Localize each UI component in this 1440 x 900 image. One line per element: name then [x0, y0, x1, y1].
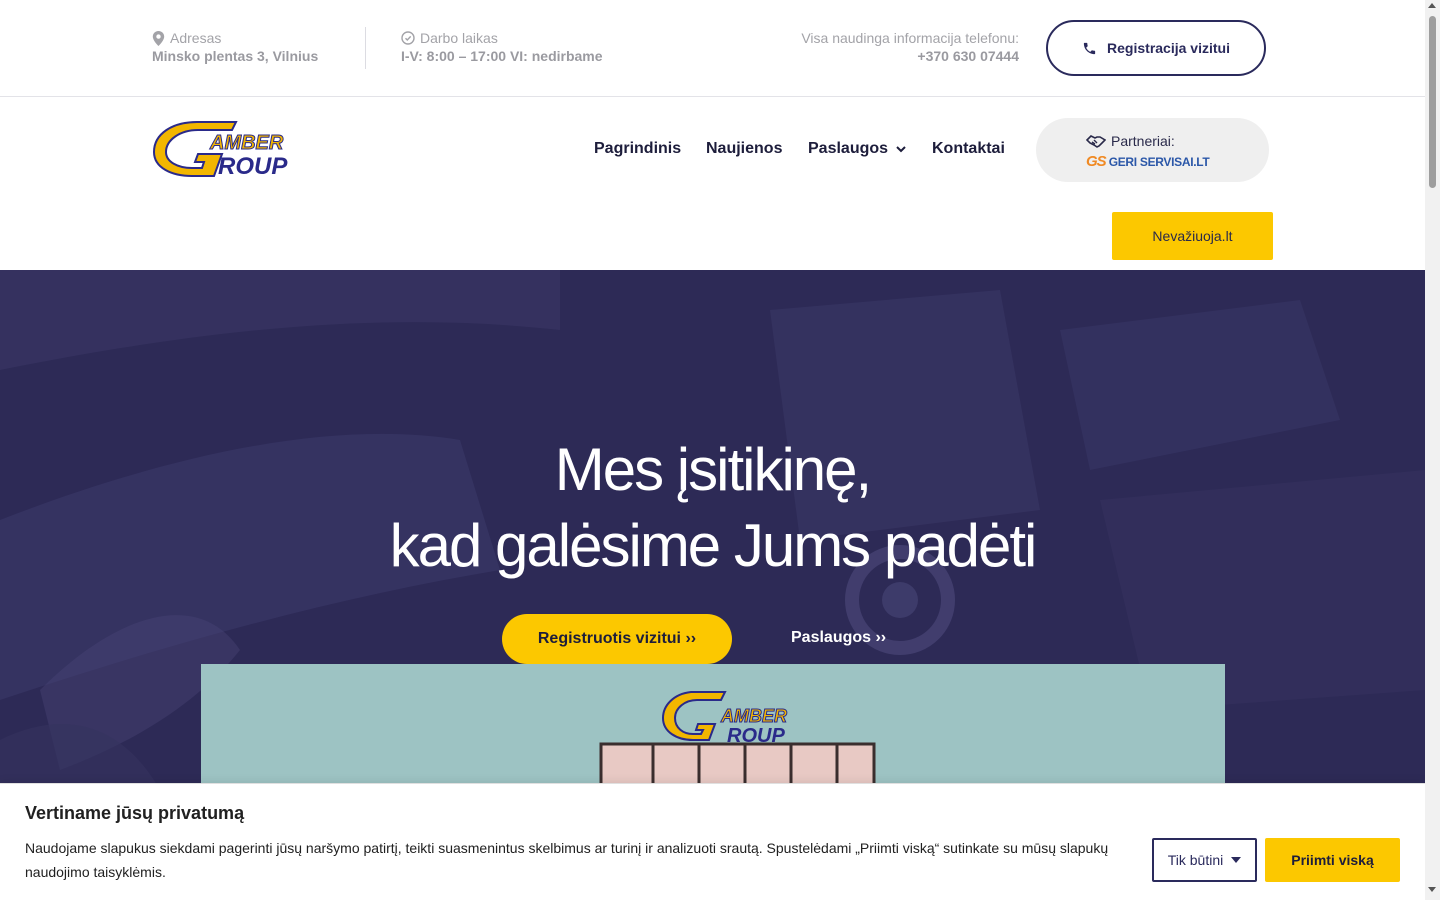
- phone-label: Visa naudinga informacija telefonu:: [801, 30, 1019, 46]
- necessary-only-button[interactable]: Tik būtini: [1152, 838, 1257, 882]
- register-visit-label: Registracija vizitui: [1107, 40, 1230, 56]
- top-info-bar: Adresas Minsko plentas 3, Vilnius Darbo …: [0, 0, 1425, 97]
- clock-icon: [401, 31, 415, 45]
- logo-text-top: AMBER: [209, 132, 284, 154]
- address-info: Adresas Minsko plentas 3, Vilnius: [152, 29, 318, 65]
- cookie-title: Vertiname jūsų privatumą: [25, 803, 245, 823]
- nav-item-kontaktai[interactable]: Kontaktai: [932, 140, 1005, 158]
- hero-title-line2: kad galėsime Jums padėti: [389, 512, 1038, 579]
- location-pin-icon: [152, 30, 165, 46]
- logo-text-bottom: ROUP: [218, 153, 288, 180]
- chevron-down-icon: [896, 145, 906, 152]
- geri-servisai-text: GERI SERVISAI.LT: [1108, 154, 1210, 169]
- amber-group-logo-icon: AMBER ROUP: [152, 121, 288, 180]
- hours-info: Darbo laikas I-V: 8:00 – 17:00 VI: nedir…: [401, 29, 603, 65]
- address-value: Minsko plentas 3, Vilnius: [152, 48, 319, 64]
- partners-box[interactable]: Partneriai: GS GERI SERVISAI.LT: [1036, 118, 1269, 182]
- phone-icon: [1083, 42, 1096, 54]
- nav-item-paslaugos-label: Paslaugos: [808, 140, 889, 157]
- nav-item-naujienos[interactable]: Naujienos: [706, 140, 782, 158]
- nav-item-paslaugos[interactable]: Paslaugos: [808, 140, 906, 158]
- services-link[interactable]: Paslaugos ››: [791, 629, 886, 647]
- scroll-up-arrow-icon[interactable]: [1428, 3, 1436, 8]
- partners-label: Partneriai:: [1111, 133, 1175, 149]
- geri-servisai-mark: GS: [1086, 153, 1107, 170]
- geri-servisai-logo[interactable]: GS GERI SERVISAI.LT: [1086, 153, 1210, 170]
- phone-value[interactable]: +370 630 07444: [801, 47, 1019, 65]
- partners-label-row: Partneriai:: [1086, 133, 1175, 149]
- caret-down-icon: [1231, 857, 1242, 863]
- register-visit-hero-button[interactable]: Registruotis vizitui ››: [502, 614, 732, 664]
- hours-label: Darbo laikas: [420, 30, 498, 46]
- scrollbar[interactable]: [1425, 0, 1440, 900]
- phone-info: Visa naudinga informacija telefonu: +370…: [801, 29, 1019, 65]
- nevaziuoja-button[interactable]: Nevažiuoja.lt: [1112, 212, 1273, 260]
- handshake-icon: [1086, 135, 1106, 148]
- scroll-down-arrow-icon[interactable]: [1428, 887, 1436, 892]
- amber-group-logo[interactable]: AMBER ROUP: [152, 120, 302, 180]
- address-label: Adresas: [170, 30, 222, 46]
- cookie-consent-banner: Vertiname jūsų privatumą Naudojame slapu…: [0, 783, 1425, 900]
- cookie-text: Naudojame slapukus siekdami pagerinti jū…: [25, 840, 1109, 880]
- register-visit-button[interactable]: Registracija vizitui: [1046, 20, 1266, 76]
- hours-value: I-V: 8:00 – 17:00 VI: nedirbame: [401, 48, 603, 64]
- nav-item-pagrindinis[interactable]: Pagrindinis: [594, 140, 681, 158]
- scrollbar-thumb[interactable]: [1429, 16, 1436, 188]
- photo-logo-top: AMBER: [720, 706, 787, 726]
- divider: [365, 27, 366, 69]
- accept-all-button[interactable]: Priimti viską: [1265, 838, 1400, 882]
- hero-title-line1: Mes įsitikinę,: [554, 436, 872, 503]
- necessary-only-label: Tik būtini: [1167, 852, 1224, 868]
- hero-title: Mes įsitikinę, kad galėsime Jums padėti: [0, 432, 1425, 584]
- photo-logo-bottom: ROUP: [727, 725, 785, 747]
